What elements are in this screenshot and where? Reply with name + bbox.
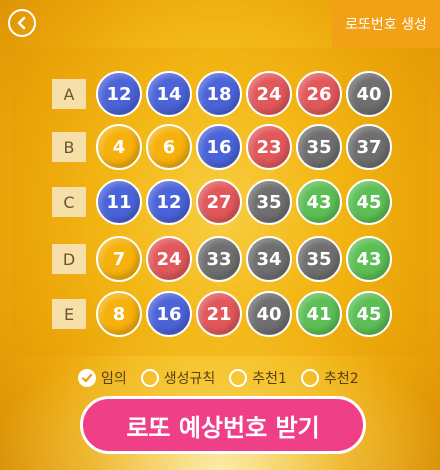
back-button[interactable] [8,9,36,37]
number-ball: 43 [346,236,392,282]
page-title: 로또번호 생성 [332,0,440,48]
row-label: D [52,244,86,274]
get-numbers-button[interactable]: 로또 예상번호 받기 [80,396,366,454]
generation-mode-options: 임의 생성규칙 추천1 추천2 [78,368,373,388]
number-ball: 45 [346,291,392,337]
number-ball: 12 [146,179,192,225]
number-ball: 21 [196,291,242,337]
option-random[interactable]: 임의 [78,368,127,388]
number-ball: 35 [246,179,292,225]
number-ball: 40 [246,291,292,337]
option-recommend-1[interactable]: 추천1 [229,368,287,388]
option-label: 추천1 [252,371,287,387]
option-label: 생성규칙 [163,371,216,387]
number-ball: 34 [246,236,292,282]
option-rules[interactable]: 생성규칙 [140,368,216,388]
number-ball: 11 [96,179,142,225]
radio-icon[interactable] [140,369,159,387]
radio-checked-icon[interactable] [78,369,96,387]
radio-icon[interactable] [229,369,248,387]
number-ball: 8 [96,291,142,337]
number-ball: 35 [296,236,342,282]
option-label: 추천2 [323,371,359,387]
number-ball: 33 [196,236,242,282]
number-ball: 6 [146,124,192,170]
number-ball: 24 [146,236,192,282]
number-ball: 16 [146,291,192,337]
number-ball: 40 [346,71,392,117]
option-recommend-2[interactable]: 추천2 [300,368,359,388]
row-label: C [52,187,86,217]
back-arrow-icon [17,16,26,30]
number-ball: 16 [196,124,242,170]
row-a: A 12 14 18 24 26 40 [52,70,396,118]
row-label: E [52,299,86,329]
number-ball: 35 [296,124,342,170]
row-e: E 8 16 21 40 41 45 [52,290,396,338]
number-ball: 27 [196,179,242,225]
row-c: C 11 12 27 35 43 45 [52,178,396,226]
number-ball: 26 [296,71,342,117]
row-label: B [52,132,86,162]
number-board: A 12 14 18 24 26 40 B 4 6 16 23 35 37 C … [12,48,428,356]
radio-icon[interactable] [300,369,319,387]
number-ball: 12 [96,71,142,117]
number-ball: 37 [346,124,392,170]
number-ball: 43 [296,179,342,225]
number-ball: 41 [296,291,342,337]
number-ball: 4 [96,124,142,170]
number-ball: 7 [96,236,142,282]
number-ball: 45 [346,179,392,225]
row-b: B 4 6 16 23 35 37 [52,123,396,171]
top-bar: 로또번호 생성 [0,0,440,48]
option-label: 임의 [101,371,127,387]
row-d: D 7 24 33 34 35 43 [52,235,396,283]
number-ball: 23 [246,124,292,170]
row-label: A [52,79,86,109]
number-ball: 24 [246,71,292,117]
number-ball: 18 [196,71,242,117]
number-ball: 14 [146,71,192,117]
